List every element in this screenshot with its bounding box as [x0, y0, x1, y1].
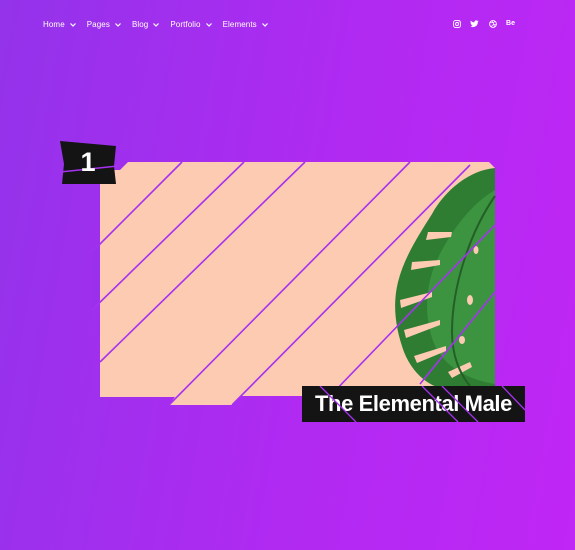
slide-artwork: [59, 141, 496, 406]
hero-slide: 1 The Elemental Male: [0, 0, 575, 550]
slide-number: 1: [80, 146, 96, 177]
slide-title[interactable]: The Elemental Male: [302, 386, 525, 422]
